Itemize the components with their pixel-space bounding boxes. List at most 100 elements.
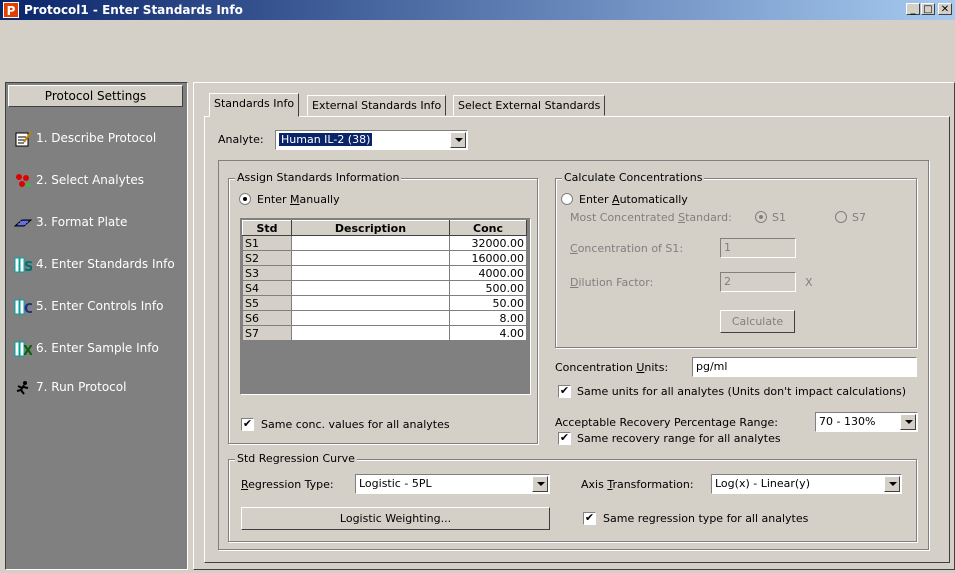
- s7-label: S7: [852, 211, 866, 224]
- assign-standards-legend: Assign Standards Information: [235, 171, 402, 184]
- tab-external-standards-info[interactable]: External Standards Info: [307, 95, 447, 116]
- sidebar-item-format-plate[interactable]: 3. Format Plate: [14, 211, 127, 233]
- table-row[interactable]: S2 16000.00: [242, 250, 527, 266]
- description-cell[interactable]: [291, 235, 450, 251]
- analyte-label: Analyte:: [218, 133, 264, 146]
- run-icon: [16, 380, 29, 395]
- analytes-icon: [16, 173, 30, 187]
- column-header-description[interactable]: Description: [291, 220, 450, 236]
- concentration-units-label: Concentration Units:: [555, 361, 669, 374]
- chevron-down-icon[interactable]: [450, 132, 466, 148]
- chevron-down-icon[interactable]: [900, 414, 916, 430]
- dilution-factor-field[interactable]: 2: [720, 272, 796, 292]
- table-header-row: Std Description Conc: [242, 220, 527, 236]
- std-cell: S5: [242, 295, 292, 311]
- chevron-down-icon[interactable]: [532, 476, 548, 492]
- analyte-select[interactable]: Human IL-2 (38): [275, 130, 468, 150]
- controls-icon: C: [14, 299, 32, 316]
- description-cell[interactable]: [291, 265, 450, 281]
- dilution-factor-label: Dilution Factor:: [570, 276, 654, 289]
- same-units-label: Same units for all analytes (Units don't…: [577, 385, 907, 398]
- description-cell[interactable]: [291, 250, 450, 266]
- sidebar-item-label: 2. Select Analytes: [36, 173, 145, 187]
- title-bar: P Protocol1 - Enter Standards Info _ □ ✕: [0, 0, 955, 20]
- sidebar-item-describe-protocol[interactable]: 1. Describe Protocol: [14, 127, 156, 149]
- dilution-x-label: X: [805, 276, 813, 289]
- sample-icon: X: [14, 341, 32, 358]
- calculate-button[interactable]: Calculate: [720, 310, 795, 333]
- std-cell: S2: [242, 250, 292, 266]
- description-cell[interactable]: [291, 280, 450, 296]
- tab-select-external-standards[interactable]: Select External Standards: [453, 95, 606, 116]
- conc-cell[interactable]: 500.00: [449, 280, 527, 296]
- chevron-down-icon[interactable]: [884, 476, 900, 492]
- same-recovery-label: Same recovery range for all analytes: [577, 432, 781, 445]
- std-cell: S3: [242, 265, 292, 281]
- sidebar-header[interactable]: Protocol Settings: [8, 85, 183, 107]
- axis-transformation-select[interactable]: Log(x) - Linear(y): [711, 474, 902, 494]
- table-row[interactable]: S1 32000.00: [242, 235, 527, 251]
- concentration-s1-field[interactable]: 1: [720, 238, 796, 258]
- same-regression-label: Same regression type for all analytes: [603, 512, 809, 525]
- conc-cell[interactable]: 4.00: [449, 325, 527, 341]
- table-row[interactable]: S5 50.00: [242, 295, 527, 311]
- conc-cell[interactable]: 4000.00: [449, 265, 527, 281]
- conc-cell[interactable]: 8.00: [449, 310, 527, 326]
- sidebar-item-label: 4. Enter Standards Info: [36, 257, 175, 271]
- column-header-std[interactable]: Std: [242, 220, 292, 236]
- same-units-checkbox[interactable]: ✔: [558, 385, 571, 398]
- same-regression-checkbox[interactable]: ✔: [583, 512, 596, 525]
- std-cell: S6: [242, 310, 292, 326]
- concentration-units-field[interactable]: pg/ml: [692, 357, 917, 377]
- close-button[interactable]: ✕: [938, 3, 952, 15]
- column-header-conc[interactable]: Conc: [449, 220, 527, 236]
- recovery-range-select[interactable]: 70 - 130%: [815, 412, 918, 432]
- svg-text:X: X: [23, 344, 32, 358]
- enter-manually-radio[interactable]: [239, 193, 251, 205]
- sidebar-item-standards-info[interactable]: S 4. Enter Standards Info: [14, 253, 175, 275]
- same-recovery-checkbox[interactable]: ✔: [558, 432, 571, 445]
- maximize-button[interactable]: □: [921, 3, 935, 15]
- standards-table: Std Description Conc S1 32000.00 S2 16000.…: [242, 220, 527, 341]
- sidebar-item-run-protocol[interactable]: 7. Run Protocol: [14, 376, 126, 398]
- standards-icon: S: [14, 257, 32, 274]
- sidebar-item-label: 1. Describe Protocol: [36, 131, 157, 145]
- sidebar-item-label: 5. Enter Controls Info: [36, 299, 164, 313]
- table-row[interactable]: S6 8.00: [242, 310, 527, 326]
- same-conc-checkbox[interactable]: ✔: [241, 418, 254, 431]
- calculate-concentrations-legend: Calculate Concentrations: [562, 171, 705, 184]
- description-cell[interactable]: [291, 295, 450, 311]
- concentration-s1-label: Concentration of S1:: [570, 242, 684, 255]
- sidebar-item-controls-info[interactable]: C 5. Enter Controls Info: [14, 295, 163, 317]
- enter-automatically-radio[interactable]: [561, 193, 573, 205]
- sidebar: Protocol Settings 1. Describe Protocol 2…: [5, 82, 188, 570]
- conc-cell[interactable]: 32000.00: [449, 235, 527, 251]
- sidebar-item-label: 3. Format Plate: [36, 215, 128, 229]
- table-row[interactable]: S3 4000.00: [242, 265, 527, 281]
- description-cell[interactable]: [291, 310, 450, 326]
- standards-grid[interactable]: Std Description Conc S1 32000.00 S2 16000.…: [240, 218, 531, 395]
- describe-icon: [15, 130, 32, 146]
- plate-icon: [14, 219, 32, 226]
- sidebar-item-select-analytes[interactable]: 2. Select Analytes: [14, 169, 144, 191]
- description-cell[interactable]: [291, 325, 450, 341]
- axis-transformation-value: Log(x) - Linear(y): [715, 477, 810, 490]
- table-row[interactable]: S7 4.00: [242, 325, 527, 341]
- tab-standards-info[interactable]: Standards Info: [209, 93, 300, 117]
- regression-type-select[interactable]: Logistic - 5PL: [355, 474, 550, 494]
- conc-cell[interactable]: 50.00: [449, 295, 527, 311]
- s1-label: S1: [772, 211, 786, 224]
- minimize-button[interactable]: _: [906, 3, 920, 15]
- s1-radio[interactable]: [755, 211, 767, 223]
- sidebar-item-label: 7. Run Protocol: [36, 380, 127, 394]
- sidebar-item-sample-info[interactable]: X 6. Enter Sample Info: [14, 337, 159, 359]
- regression-legend: Std Regression Curve: [235, 452, 357, 465]
- most-concentrated-label: Most Concentrated Standard:: [570, 211, 732, 224]
- regression-type-value: Logistic - 5PL: [359, 477, 432, 490]
- table-row[interactable]: S4 500.00: [242, 280, 527, 296]
- conc-cell[interactable]: 16000.00: [449, 250, 527, 266]
- analyte-value: Human IL-2 (38): [279, 133, 373, 146]
- logistic-weighting-button[interactable]: Logistic Weighting...: [241, 507, 550, 530]
- recovery-range-label: Acceptable Recovery Percentage Range:: [555, 416, 778, 429]
- s7-radio[interactable]: [835, 211, 847, 223]
